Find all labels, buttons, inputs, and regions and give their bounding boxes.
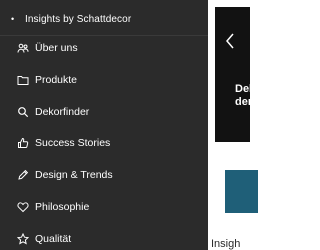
sidebar-item-label: Design & Trends [35, 169, 113, 181]
hero-slider: Del der [215, 7, 250, 142]
search-icon [17, 106, 29, 118]
pencil-icon [17, 169, 29, 181]
sidebar-item-success-stories[interactable]: Success Stories [17, 133, 110, 153]
heart-icon [17, 201, 29, 213]
hero-headline-line: Del [235, 83, 250, 95]
teaser-card[interactable] [225, 170, 258, 213]
sidebar-menu: • Insights by Schattdecor Über uns Produ… [0, 0, 208, 250]
section-title: Insigh [211, 238, 241, 250]
sidebar-item-label: Über uns [35, 42, 78, 54]
sidebar-item-label: Success Stories [35, 137, 111, 149]
sidebar-item-label: Dekorfinder [35, 106, 90, 118]
sidebar-item-qualitaet[interactable]: Qualität [17, 229, 71, 249]
folder-icon [17, 74, 29, 86]
sidebar-item-ueber-uns[interactable]: Über uns [17, 38, 78, 58]
people-icon [17, 42, 29, 54]
sidebar-item-philosophie[interactable]: Philosophie [17, 197, 89, 217]
main-content: Del der Insigh [208, 0, 258, 250]
sidebar-item-design-trends[interactable]: Design & Trends [17, 165, 113, 185]
sidebar-item-insights[interactable]: • Insights by Schattdecor [11, 11, 131, 27]
sidebar-item-produkte[interactable]: Produkte [17, 70, 77, 90]
thumbs-up-icon [17, 137, 29, 149]
bullet-icon: • [11, 14, 15, 24]
chevron-left-icon[interactable] [225, 33, 235, 49]
hero-headline: Del der [235, 83, 250, 109]
star-icon [17, 233, 29, 245]
sidebar-item-label: Insights by Schattdecor [25, 13, 132, 25]
hero-headline-line: der [235, 96, 250, 108]
sidebar-item-label: Produkte [35, 74, 78, 86]
divider [0, 35, 208, 36]
sidebar-item-dekorfinder[interactable]: Dekorfinder [17, 102, 89, 122]
sidebar-item-label: Qualität [35, 233, 72, 245]
sidebar-item-label: Philosophie [35, 201, 90, 213]
